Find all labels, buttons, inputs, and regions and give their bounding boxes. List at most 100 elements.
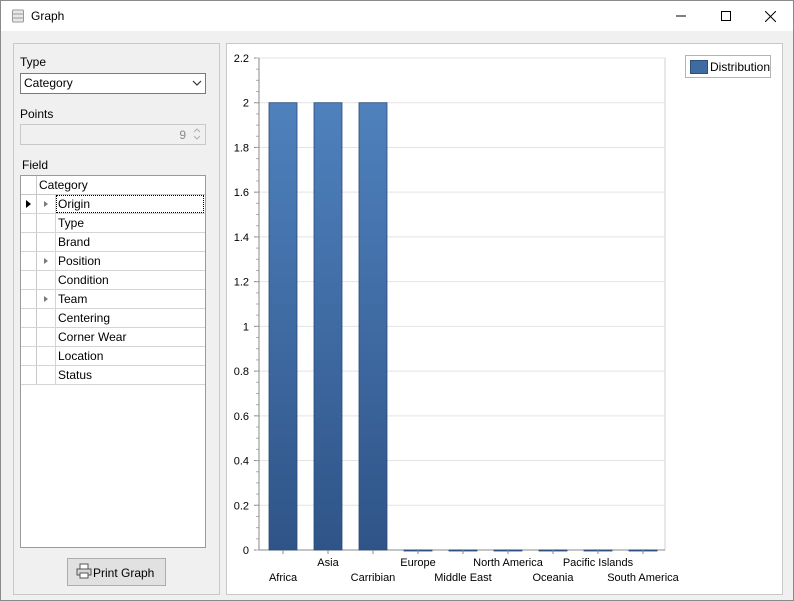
field-row[interactable]: Position [21, 252, 205, 271]
printer-icon [76, 563, 92, 579]
y-tick-label: 0.8 [234, 366, 249, 378]
legend-label: Distribution [710, 60, 771, 74]
x-tick-label: Pacific Islands [563, 557, 634, 569]
y-tick-label: 1.6 [234, 187, 249, 199]
y-tick-label: 2.2 [234, 53, 249, 65]
field-name-cell[interactable]: Team [58, 292, 87, 306]
row-header[interactable] [21, 233, 37, 251]
x-tick-label: North America [473, 557, 544, 569]
points-label: Points [20, 107, 54, 121]
field-name-cell[interactable]: Position [58, 254, 101, 268]
chart-legend: Distribution [685, 55, 771, 78]
type-label: Type [20, 55, 47, 69]
y-tick-label: 0.2 [234, 500, 249, 512]
field-row[interactable]: Type [21, 214, 205, 233]
bar[interactable] [358, 102, 388, 551]
grid-corner [21, 176, 37, 194]
field-name-cell[interactable]: Brand [58, 235, 90, 249]
y-tick-label: 1 [243, 321, 249, 333]
expand-cell [37, 233, 56, 251]
field-row[interactable]: Status [21, 366, 205, 385]
minimize-button[interactable] [658, 1, 703, 31]
field-label: Field [22, 158, 49, 172]
field-name-cell[interactable]: Centering [58, 311, 110, 325]
graph-window: Graph Type Category Points 9 Field Categ… [0, 0, 794, 601]
y-tick-label: 0 [243, 545, 249, 557]
close-icon [765, 10, 776, 22]
maximize-icon [720, 11, 731, 21]
title-bar: Graph [1, 1, 793, 31]
bar-chart: 0 0.2 0.4 0.6 0.8 1 1.2 1.4 1.6 1.8 2 2.2 Africa Asia… [234, 53, 680, 584]
type-select[interactable]: Category [20, 73, 206, 94]
bar[interactable] [268, 102, 298, 551]
field-name-cell[interactable]: Status [58, 368, 92, 382]
y-tick-label: 2 [243, 98, 249, 110]
x-tick-label: Europe [400, 557, 435, 569]
points-stepper[interactable]: 9 [20, 124, 206, 145]
expand-arrow-icon [44, 296, 48, 302]
x-tick-label: Oceania [533, 572, 575, 584]
expand-cell[interactable] [37, 252, 56, 270]
chart-panel: 0 0.2 0.4 0.6 0.8 1 1.2 1.4 1.6 1.8 2 2.2 Africa Asia… [226, 43, 783, 595]
field-row[interactable]: Origin [21, 195, 205, 214]
y-tick-label: 1.8 [234, 142, 249, 154]
field-row[interactable]: Location [21, 347, 205, 366]
x-tick-label: Asia [317, 557, 339, 569]
y-tick-label: 1.4 [234, 232, 249, 244]
focus-rectangle [56, 195, 204, 213]
expand-arrow-icon [44, 258, 48, 264]
grid-column-header[interactable]: Category [39, 178, 88, 192]
minimize-icon [675, 15, 686, 17]
row-header[interactable] [21, 252, 37, 270]
expand-cell [37, 214, 56, 232]
row-header[interactable] [21, 328, 37, 346]
expand-cell [37, 347, 56, 365]
window-title: Graph [31, 9, 65, 23]
y-tick-label: 0.4 [234, 456, 249, 468]
points-value: 9 [179, 128, 186, 142]
legend-swatch [690, 60, 708, 74]
row-header[interactable] [21, 271, 37, 289]
expand-cell [37, 271, 56, 289]
x-tick-label: Middle East [434, 572, 491, 584]
x-tick-label: South America [607, 572, 679, 584]
expand-arrow-icon [44, 201, 48, 207]
chevron-down-icon [192, 80, 202, 86]
type-select-value: Category [24, 76, 73, 90]
print-graph-button[interactable]: Print Graph [67, 558, 166, 586]
expand-cell[interactable] [37, 290, 56, 308]
row-header[interactable] [21, 309, 37, 327]
field-row[interactable]: Brand [21, 233, 205, 252]
field-row[interactable]: Centering [21, 309, 205, 328]
row-header[interactable] [21, 290, 37, 308]
x-tick-label: Africa [269, 572, 298, 584]
database-icon [12, 9, 24, 23]
field-name-cell[interactable]: Location [58, 349, 103, 363]
settings-panel: Type Category Points 9 Field Category Or… [13, 43, 220, 595]
current-row-icon [26, 200, 31, 208]
field-name-cell[interactable]: Type [58, 216, 84, 230]
x-tick-label: Carribian [351, 572, 396, 584]
row-header[interactable] [21, 195, 37, 213]
y-tick-label: 0.6 [234, 411, 249, 423]
field-name-cell[interactable]: Corner Wear [58, 330, 126, 344]
print-graph-label: Print Graph [93, 566, 155, 580]
row-header[interactable] [21, 366, 37, 384]
field-row[interactable]: Condition [21, 271, 205, 290]
expand-cell[interactable] [37, 195, 56, 213]
close-button[interactable] [748, 1, 793, 31]
field-name-cell[interactable]: Condition [58, 273, 109, 287]
maximize-button[interactable] [703, 1, 748, 31]
expand-cell [37, 328, 56, 346]
spinner-arrows-icon[interactable] [191, 126, 203, 142]
field-row[interactable]: Corner Wear [21, 328, 205, 347]
expand-cell [37, 366, 56, 384]
y-tick-label: 1.2 [234, 277, 249, 289]
grid-header: Category [21, 176, 205, 195]
bar[interactable] [313, 102, 343, 551]
row-header[interactable] [21, 347, 37, 365]
field-row[interactable]: Team [21, 290, 205, 309]
field-grid[interactable]: Category Origin Type Brand Position Conditio… [20, 175, 206, 548]
row-header[interactable] [21, 214, 37, 232]
expand-cell [37, 309, 56, 327]
